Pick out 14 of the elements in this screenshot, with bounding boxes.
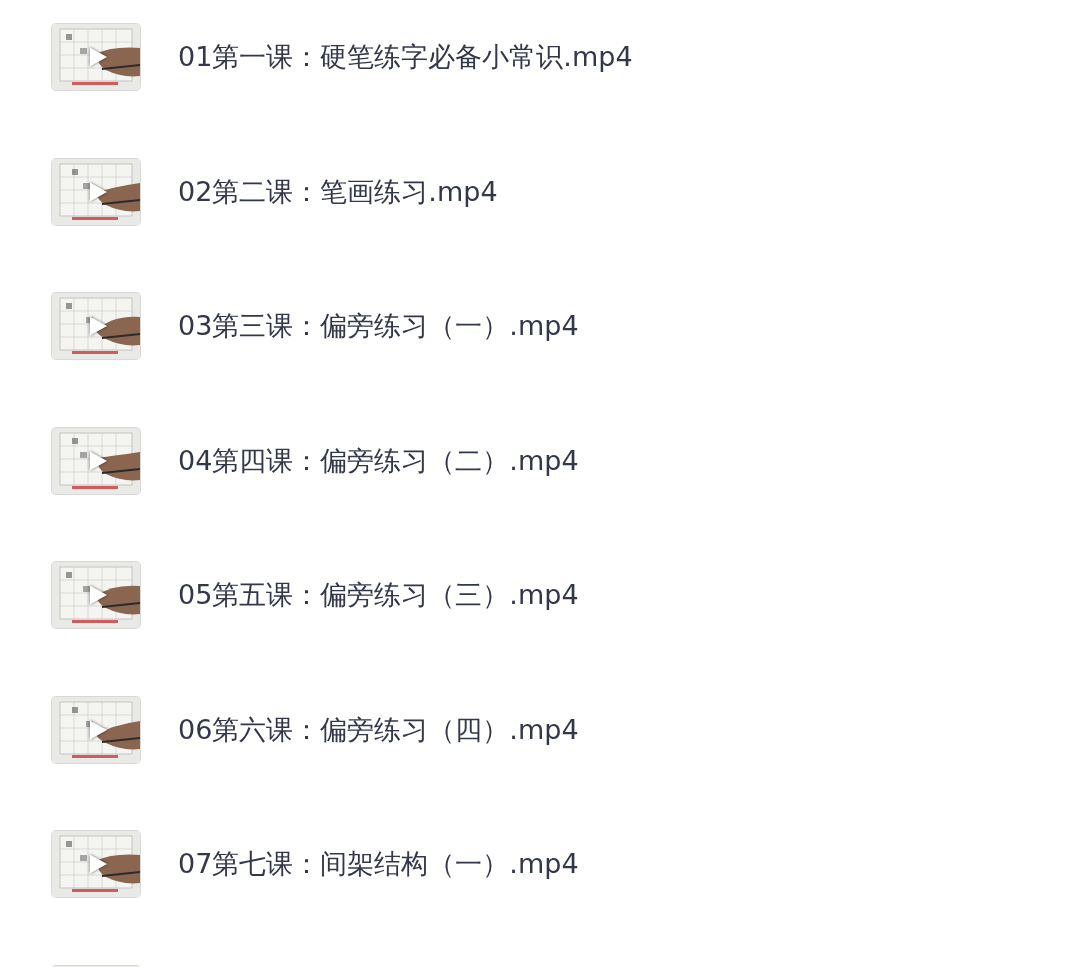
- video-title[interactable]: 06第六课：偏旁练习（四）.mp4: [178, 711, 579, 748]
- play-icon[interactable]: [89, 315, 108, 337]
- play-icon[interactable]: [89, 449, 108, 472]
- play-icon[interactable]: [89, 180, 108, 203]
- play-icon[interactable]: [89, 584, 108, 606]
- play-icon[interactable]: [89, 46, 108, 68]
- video-title[interactable]: 01第一课：硬笔练字必备小常识.mp4: [178, 39, 633, 75]
- video-title[interactable]: 04第四课：偏旁练习（二）.mp4: [178, 442, 579, 479]
- video-title[interactable]: 02第二课：笔画练习.mp4: [178, 173, 498, 210]
- play-icon[interactable]: [89, 853, 108, 875]
- play-icon[interactable]: [89, 718, 108, 741]
- video-title[interactable]: 03第三课：偏旁练习（一）.mp4: [178, 308, 579, 344]
- video-title[interactable]: 07第七课：间架结构（一）.mp4: [178, 846, 579, 882]
- video-title[interactable]: 05第五课：偏旁练习（三）.mp4: [178, 577, 579, 613]
